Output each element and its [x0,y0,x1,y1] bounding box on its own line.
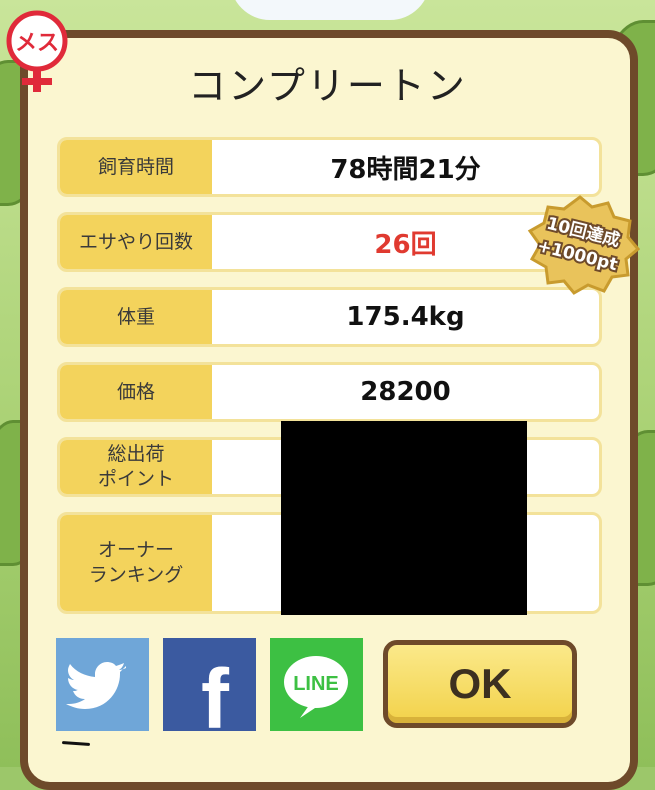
stat-row-breeding-time: 飼育時間 78時間21分 [57,137,602,197]
line-share-button[interactable]: LINE [270,638,363,731]
stat-label: オーナー ランキング [60,515,212,611]
stat-label: 飼育時間 [60,140,212,194]
stat-row-price: 価格 28200 [57,362,602,422]
twitter-share-button[interactable] [56,638,149,731]
stat-label: 価格 [60,365,212,419]
stat-value: 28200 [360,377,451,407]
svg-text:LINE: LINE [293,673,339,695]
pig-name-title: コンプリートン [188,64,467,108]
line-icon: LINE [284,656,348,718]
stat-label: エサやり回数 [60,215,212,269]
twitter-bird-icon [66,662,126,709]
gender-label: メス [15,31,59,56]
stat-value: 78時間21分 [330,154,481,185]
facebook-share-button[interactable]: f [163,638,256,746]
svg-text:f: f [201,652,230,731]
stat-row-weight: 体重 175.4kg [57,287,602,347]
stat-value: 175.4kg [346,302,465,332]
achievement-badge: 10回達成 +1000pt [527,195,640,295]
stat-label: 体重 [60,290,212,344]
stat-label: 総出荷 ポイント [60,440,212,494]
facebook-icon: f [201,652,230,746]
ok-button[interactable]: OK [383,640,577,728]
redacted-area [281,421,527,615]
